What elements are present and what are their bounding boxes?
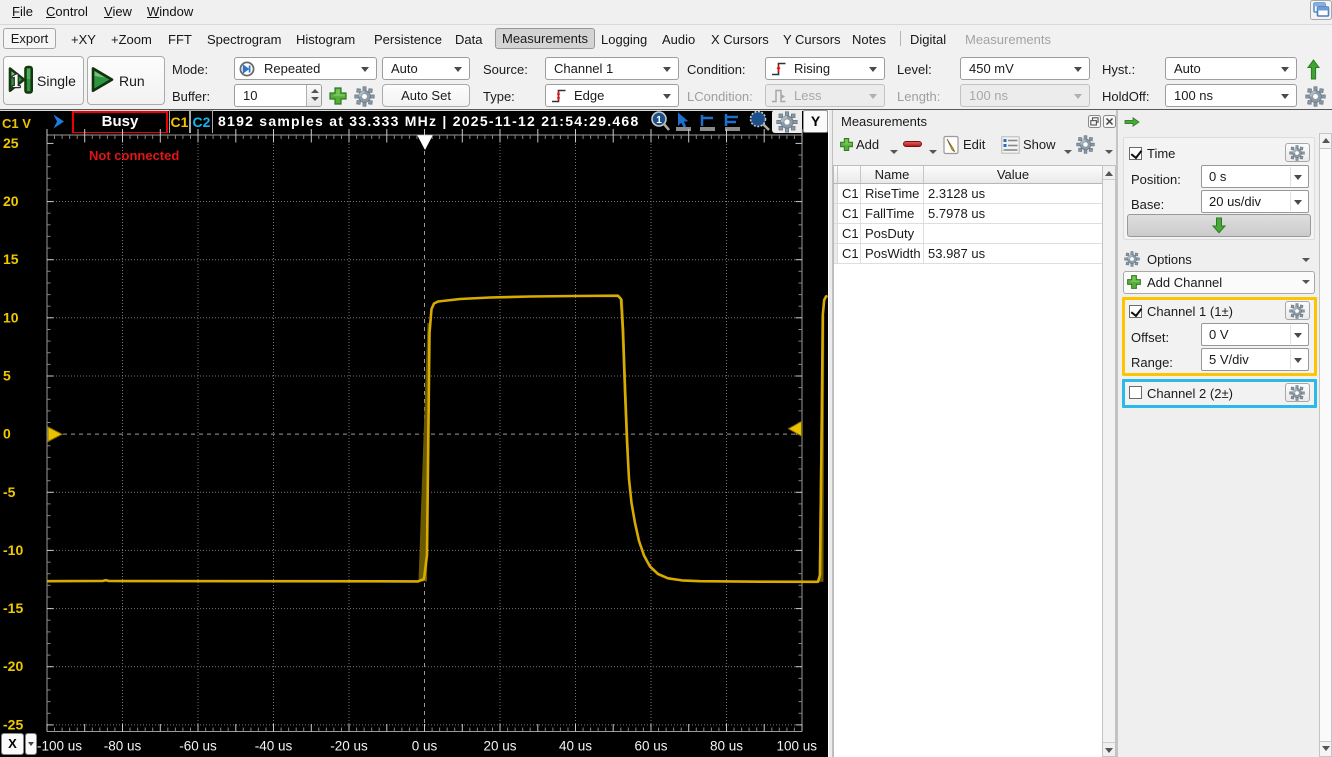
svg-text:-20 us: -20 us — [330, 739, 368, 754]
svg-text:-10: -10 — [3, 542, 23, 558]
svg-text:-25: -25 — [3, 716, 23, 732]
svg-text:100 us: 100 us — [776, 739, 817, 754]
svg-text:-80 us: -80 us — [104, 739, 142, 754]
svg-text:15: 15 — [3, 251, 19, 267]
svg-text:Not connected: Not connected — [89, 148, 179, 163]
svg-text:-15: -15 — [3, 600, 23, 616]
svg-text:5: 5 — [3, 368, 11, 384]
svg-text:-60 us: -60 us — [179, 739, 217, 754]
svg-text:80 us: 80 us — [710, 739, 743, 754]
svg-text:1: 1 — [656, 115, 662, 126]
svg-text:0 us: 0 us — [412, 739, 438, 754]
svg-text:20 us: 20 us — [483, 739, 516, 754]
svg-text:-100 us: -100 us — [37, 739, 82, 754]
svg-text:0: 0 — [3, 426, 11, 442]
svg-text:-5: -5 — [3, 484, 16, 500]
svg-text:60 us: 60 us — [634, 739, 667, 754]
svg-text:25: 25 — [3, 135, 19, 151]
svg-text:10: 10 — [3, 309, 19, 325]
svg-text:40 us: 40 us — [559, 739, 592, 754]
svg-text:1: 1 — [11, 71, 21, 92]
svg-text:-20: -20 — [3, 658, 23, 674]
svg-text:20: 20 — [3, 193, 19, 209]
svg-text:-40 us: -40 us — [255, 739, 293, 754]
